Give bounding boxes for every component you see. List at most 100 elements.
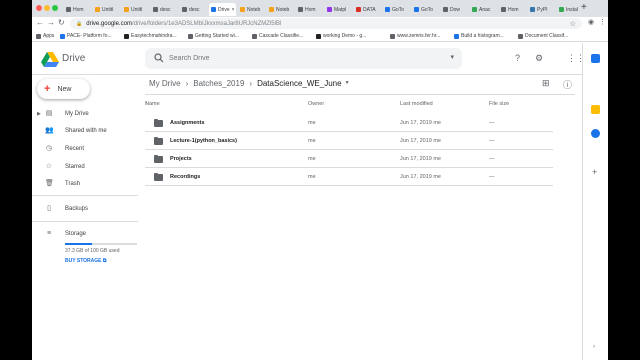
browser-tab[interactable]: Anac	[470, 3, 497, 16]
sidebar-item-backups[interactable]: ▯ Backups	[32, 203, 140, 215]
tab-label: desc	[160, 6, 171, 13]
forward-icon[interactable]: →	[47, 18, 55, 27]
search-icon[interactable]	[154, 53, 164, 63]
backup-icon: ▯	[47, 205, 51, 212]
bookmark-item[interactable]: Document Classif...	[518, 33, 568, 39]
star-bookmark-icon[interactable]: ☆	[570, 20, 576, 28]
browser-tab[interactable]: Hom	[64, 3, 91, 16]
browser-tab[interactable]: Hom	[499, 3, 526, 16]
table-row[interactable]: Projects me Jun 17, 2019 me —	[145, 151, 553, 168]
new-tab-button[interactable]: +	[581, 2, 587, 13]
browser-tab[interactable]: GoTo	[412, 3, 439, 16]
row-owner: me	[308, 156, 316, 162]
trash-icon: 🗑	[45, 180, 54, 187]
tab-strip: Hom Untitl Untitl desc desc Drive × Noteb Noteb H…	[32, 0, 608, 17]
bookmark-item[interactable]: Build a histogram...	[454, 33, 504, 39]
app-name[interactable]: Drive	[62, 53, 85, 64]
column-header-owner[interactable]: Owner	[308, 101, 324, 107]
browser-tab[interactable]: Dow	[441, 3, 468, 16]
sidebar-item-starred[interactable]: ☆ Starred	[32, 161, 140, 173]
breadcrumb-item[interactable]: Batches_2019	[193, 79, 244, 88]
column-header-modified[interactable]: Last modified	[400, 101, 433, 107]
browser-tab[interactable]: Untitl	[122, 3, 149, 16]
grid-view-icon[interactable]: ⊞	[542, 78, 550, 89]
bookmark-label: PACE- Platform fo...	[67, 33, 112, 39]
browser-tab[interactable]: PyPI	[528, 3, 555, 16]
browser-tab[interactable]: Hom	[296, 3, 323, 16]
browser-tab[interactable]: desc	[151, 3, 178, 16]
tab-label: Untitl	[131, 6, 143, 13]
extension-icon[interactable]: ◉	[588, 18, 594, 26]
sidebar-item-trash[interactable]: 🗑 Trash	[32, 178, 140, 190]
browser-tab[interactable]: desc	[180, 3, 207, 16]
sidebar-item-label: Shared with me	[65, 128, 107, 134]
browser-tab[interactable]: Matpl	[325, 3, 352, 16]
tab-favicon-icon	[530, 7, 535, 12]
folder-icon	[154, 155, 163, 163]
column-header-size[interactable]: File size	[489, 101, 509, 107]
bookmark-item[interactable]: Easytechmahindra...	[124, 33, 177, 39]
search-bar[interactable]: ▾	[145, 48, 462, 69]
chevron-down-icon[interactable]: ▼	[345, 80, 350, 86]
browser-tab[interactable]: Drive ×	[209, 3, 236, 16]
row-owner: me	[308, 138, 316, 144]
help-icon[interactable]: ?	[515, 53, 520, 63]
minimize-window-button[interactable]	[44, 5, 50, 11]
row-name: Lecture-1(python_basics)	[170, 138, 237, 144]
browser-tab[interactable]: Instal	[557, 3, 584, 16]
keep-icon[interactable]	[591, 105, 600, 114]
sidebar-item-storage[interactable]: ≡ Storage	[32, 228, 140, 240]
sort-arrow-up-icon[interactable]: ↑	[145, 101, 148, 107]
bookmark-item[interactable]: PACE- Platform fo...	[60, 33, 112, 39]
search-options-icon[interactable]: ▾	[450, 53, 454, 61]
sidebar-item-shared[interactable]: 👥 Shared with me	[32, 125, 140, 137]
browser-tab[interactable]: Noteb	[238, 3, 265, 16]
sidebar-item-my-drive[interactable]: ▶ ▤ My Drive	[32, 108, 140, 120]
reload-icon[interactable]: ↻	[58, 18, 65, 27]
add-addon-icon[interactable]: +	[592, 167, 597, 177]
tab-favicon-icon	[269, 7, 274, 12]
bookmark-item[interactable]: www.zemris.fer.hr...	[390, 33, 440, 39]
tab-favicon-icon	[211, 7, 216, 12]
tab-favicon-icon	[356, 7, 361, 12]
table-row[interactable]: Lecture-1(python_basics) me Jun 17, 2019…	[145, 133, 553, 150]
bookmark-item[interactable]: Apps	[36, 33, 54, 39]
tab-favicon-icon	[443, 7, 448, 12]
browser-tab[interactable]: Noteb	[267, 3, 294, 16]
close-window-button[interactable]	[36, 5, 42, 11]
table-row[interactable]: Recordings me Jun 17, 2019 me —	[145, 169, 553, 186]
close-tab-icon[interactable]: ×	[232, 7, 235, 13]
bookmark-item[interactable]: Cascade Classifie...	[252, 33, 303, 39]
search-input[interactable]	[169, 48, 439, 69]
expand-caret-icon[interactable]: ▶	[37, 111, 41, 117]
gear-icon[interactable]: ⚙	[535, 53, 543, 64]
bookmark-label: Easytechmahindra...	[131, 33, 177, 39]
browser-menu-icon[interactable]: ⋮	[599, 18, 606, 26]
bookmark-item[interactable]: Getting Started wi...	[188, 33, 239, 39]
breadcrumb-current[interactable]: DataScience_WE_June	[257, 79, 342, 88]
row-name: Projects	[170, 156, 192, 162]
new-button[interactable]: + New	[37, 79, 90, 99]
buy-storage-link[interactable]: BUY STORAGE ⧉	[65, 258, 106, 264]
table-row[interactable]: Assignments me Jun 17, 2019 me —	[145, 115, 553, 132]
back-icon[interactable]: ←	[36, 18, 44, 27]
expand-panel-icon[interactable]: ›	[593, 344, 595, 350]
breadcrumb-item[interactable]: My Drive	[149, 79, 181, 88]
maximize-window-button[interactable]	[52, 5, 58, 11]
address-bar[interactable]: 🔒 drive.google.com/drive/folders/1e3ADSL…	[70, 18, 582, 29]
chevron-right-icon: ›	[185, 78, 189, 88]
browser-tab[interactable]: DATA	[354, 3, 381, 16]
side-panel: + ›	[582, 43, 608, 360]
sidebar-item-recent[interactable]: ◷ Recent	[32, 143, 140, 155]
calendar-icon[interactable]	[591, 54, 600, 63]
tab-favicon-icon	[153, 7, 158, 12]
info-icon[interactable]: ⓘ	[563, 78, 572, 91]
bookmark-item[interactable]: working Demo - g...	[316, 33, 366, 39]
browser-tab[interactable]: GoTo	[383, 3, 410, 16]
browser-tab[interactable]: Untitl	[93, 3, 120, 16]
row-owner: me	[308, 174, 316, 180]
tab-favicon-icon	[66, 7, 71, 12]
tasks-icon[interactable]	[591, 129, 600, 138]
tab-favicon-icon	[182, 7, 187, 12]
drive-logo-icon[interactable]	[41, 52, 59, 67]
